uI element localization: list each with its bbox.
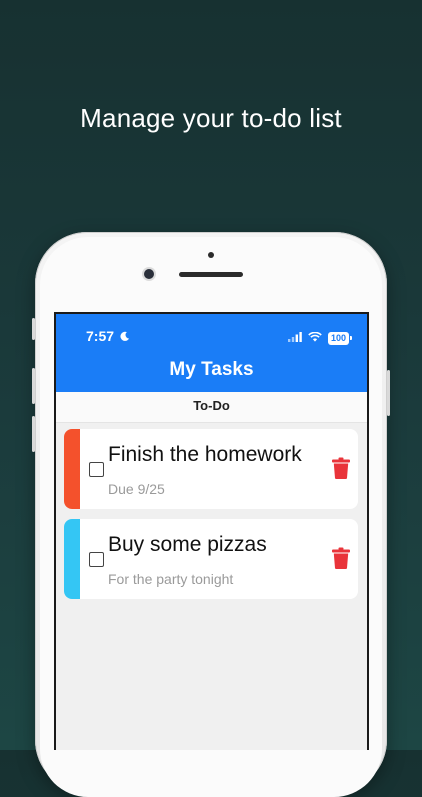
task-subtitle: For the party tonight: [108, 571, 234, 587]
tab-to-do[interactable]: To-Do: [56, 392, 367, 423]
task-checkbox[interactable]: [89, 552, 104, 567]
phone-volume-up-button: [32, 368, 35, 404]
phone-speaker: [179, 272, 243, 277]
task-card[interactable]: Finish the homework Due 9/25: [64, 429, 358, 509]
status-indicators: 100: [287, 329, 353, 347]
task-checkbox[interactable]: [89, 462, 104, 477]
task-color-strip: [64, 429, 80, 509]
task-title: Finish the homework: [108, 443, 302, 466]
phone-power-button: [387, 370, 390, 416]
page-title: My Tasks: [169, 359, 254, 380]
trash-icon[interactable]: [332, 457, 350, 484]
moon-icon: [119, 329, 130, 347]
marketing-headline: Manage your to-do list: [80, 103, 342, 133]
app-screen: 7:57 100 My Tasks To-Do Finish the homew…: [54, 312, 369, 750]
phone-side-button-left: [32, 318, 35, 340]
front-camera: [144, 269, 154, 279]
battery-icon: 100: [327, 331, 353, 345]
task-color-strip: [64, 519, 80, 599]
trash-icon[interactable]: [332, 547, 350, 574]
app-bar: 7:57 100 My Tasks: [56, 314, 367, 392]
status-time: 7:57: [86, 328, 115, 344]
task-subtitle: Due 9/25: [108, 481, 165, 497]
phone-sensor: [208, 252, 214, 258]
wifi-icon: [308, 329, 322, 347]
task-card[interactable]: Buy some pizzas For the party tonight: [64, 519, 358, 599]
phone-volume-down-button: [32, 416, 35, 452]
signal-icon: [287, 329, 302, 347]
task-title: Buy some pizzas: [108, 533, 267, 556]
